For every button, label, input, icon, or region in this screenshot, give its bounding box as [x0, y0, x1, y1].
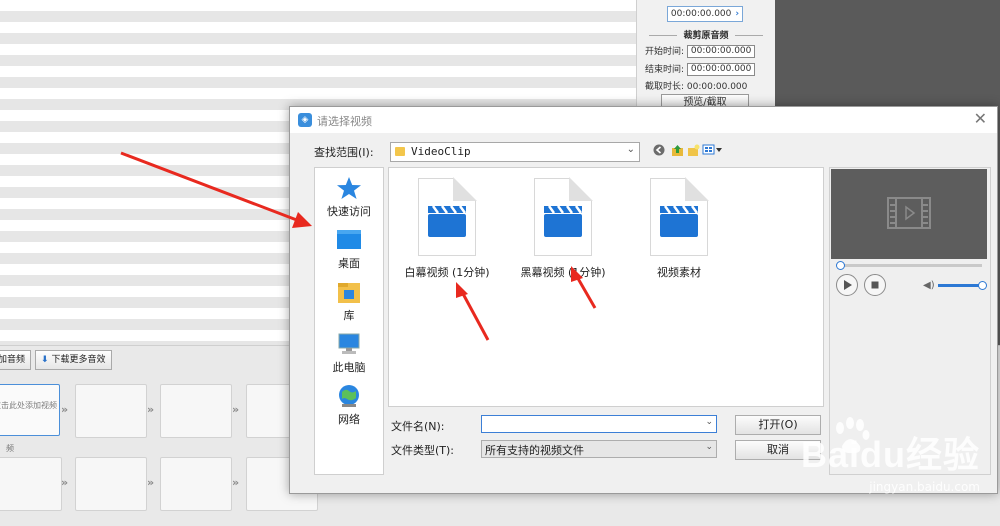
close-icon[interactable]: ✕: [974, 110, 987, 128]
length-label: 截取时长:: [645, 82, 685, 92]
length-value: 00:00:00.000: [686, 82, 748, 92]
start-time-label: 开始时间:: [645, 47, 685, 57]
film-icon: [887, 197, 931, 229]
chevron-right-icon: »: [61, 403, 69, 416]
watermark-brand: Baidu经验: [800, 434, 980, 475]
chevron-right-icon: »: [147, 403, 155, 416]
seek-handle[interactable]: [836, 261, 845, 270]
chevron-down-icon: ⌄: [705, 417, 713, 427]
end-time-input[interactable]: 00:00:00.000: [686, 63, 756, 76]
network-icon: [336, 384, 362, 408]
volume-handle[interactable]: [978, 281, 987, 290]
app-icon: ◈: [298, 113, 312, 127]
file-list-pane: 白幕视频 (1分钟) 黑幕视频 (1分钟) 视频素材: [388, 167, 824, 407]
video-file-icon: [650, 177, 709, 256]
library-icon: [336, 280, 362, 304]
crop-section-title: 裁剪原音频: [637, 28, 775, 41]
clip-slot[interactable]: [75, 384, 147, 438]
places-bar: 快速访问 桌面 库 此电脑 网络: [314, 167, 384, 475]
view-menu-icon[interactable]: [702, 144, 724, 158]
new-folder-icon[interactable]: [686, 144, 700, 158]
chevron-right-icon: »: [232, 403, 240, 416]
star-icon: [336, 176, 362, 200]
audio-crop-panel: 00:00:00.000 › 裁剪原音频 开始时间: 00:00:00.000 结…: [636, 0, 775, 112]
file-type-label: 文件类型(T):: [391, 444, 455, 457]
place-network[interactable]: 网络: [315, 384, 383, 427]
start-time-input[interactable]: 00:00:00.000: [686, 45, 756, 58]
look-in-value: VideoClip: [411, 145, 471, 158]
track-label: 频: [6, 444, 14, 453]
download-icon: ⬇: [41, 355, 49, 365]
baidu-watermark: Baidu经验 jingyan.baidu.com: [760, 416, 990, 516]
file-name-input[interactable]: ⌄: [481, 415, 717, 433]
dialog-title: 请选择视频: [317, 115, 372, 128]
place-label: 网络: [338, 413, 360, 426]
download-sounds-button[interactable]: ⬇ 下载更多音效: [35, 350, 112, 370]
file-item[interactable]: 白幕视频 (1分钟): [397, 177, 497, 280]
chevron-right-icon: »: [232, 476, 240, 489]
up-folder-icon[interactable]: [670, 144, 684, 158]
play-button[interactable]: [836, 274, 858, 296]
chevron-right-icon: »: [61, 476, 69, 489]
place-library[interactable]: 库: [315, 280, 383, 323]
chevron-down-icon: ⌄: [626, 144, 635, 155]
look-in-dropdown[interactable]: VideoClip ⌄: [390, 142, 640, 162]
clip-slot[interactable]: [75, 457, 147, 511]
end-time-label: 结束时间:: [645, 65, 685, 75]
duration-field[interactable]: 00:00:00.000 ›: [667, 6, 743, 22]
place-this-pc[interactable]: 此电脑: [315, 332, 383, 375]
file-item[interactable]: 黑幕视频 (1分钟): [513, 177, 613, 280]
watermark-url: jingyan.baidu.com: [869, 480, 980, 494]
add-audio-button[interactable]: 加音频: [0, 350, 32, 370]
place-label: 库: [343, 309, 355, 322]
file-item[interactable]: 视频素材: [629, 177, 729, 280]
video-file-icon: [534, 177, 593, 256]
file-name-label: 文件名(N):: [391, 420, 445, 433]
dialog-titlebar: ◈ 请选择视频 ✕: [290, 107, 997, 133]
file-label: 视频素材: [657, 266, 701, 279]
volume-icon: ◀): [923, 280, 935, 291]
folder-icon: [395, 147, 405, 156]
seek-bar[interactable]: [838, 264, 982, 267]
chevron-right-icon: »: [147, 476, 155, 489]
desktop-icon: [336, 228, 362, 252]
clip-slot[interactable]: [160, 384, 232, 438]
file-label: 白幕视频 (1分钟): [404, 266, 490, 279]
place-label: 快速访问: [327, 205, 371, 218]
file-type-dropdown[interactable]: 所有支持的视频文件 ⌄: [481, 440, 717, 458]
place-desktop[interactable]: 桌面: [315, 228, 383, 271]
place-quick-access[interactable]: 快速访问: [315, 176, 383, 219]
look-in-label: 查找范围(I):: [314, 146, 374, 159]
video-file-icon: [418, 177, 477, 256]
preview-screen: [831, 169, 987, 259]
back-icon[interactable]: [652, 144, 666, 158]
chevron-down-icon: ⌄: [705, 442, 713, 452]
place-label: 此电脑: [332, 361, 366, 374]
computer-icon: [336, 332, 362, 356]
place-label: 桌面: [338, 257, 360, 270]
clip-slot[interactable]: [0, 457, 62, 511]
file-label: 黑幕视频 (1分钟): [520, 266, 606, 279]
volume-slider[interactable]: [938, 284, 982, 287]
clip-slot[interactable]: [160, 457, 232, 511]
add-video-slot[interactable]: 双击此处添加视频: [0, 384, 60, 436]
stop-button[interactable]: [864, 274, 886, 296]
